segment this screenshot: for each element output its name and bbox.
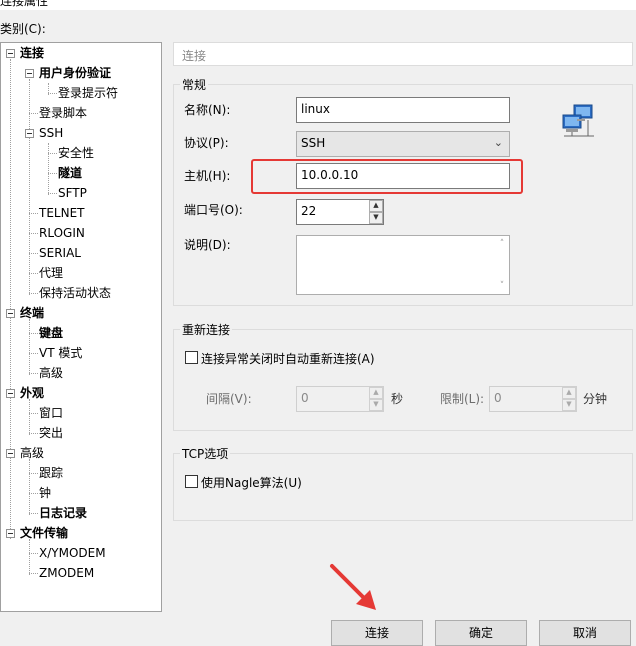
tree-item-terminal[interactable]: 终端: [20, 303, 44, 323]
reconnect-group-title: 重新连接: [180, 321, 233, 338]
spin-up-icon[interactable]: ▲: [369, 387, 383, 399]
scroll-down-icon[interactable]: ˅: [496, 281, 508, 291]
collapse-icon[interactable]: [25, 129, 34, 138]
name-input[interactable]: linux: [296, 97, 510, 123]
tree-item-highlight[interactable]: 突出: [39, 423, 63, 443]
tree-item-rlogin[interactable]: RLOGIN: [39, 223, 85, 243]
tree-item-telnet[interactable]: TELNET: [39, 203, 85, 223]
description-label: 说明(D):: [184, 238, 231, 252]
port-value: 22: [301, 204, 317, 218]
section-header: 连接: [173, 42, 633, 66]
collapse-icon[interactable]: [6, 309, 15, 318]
connect-button[interactable]: 连接: [331, 620, 423, 646]
limit-spinner[interactable]: 0 ▲ ▼: [489, 386, 577, 412]
tree-item-security[interactable]: 安全性: [58, 143, 94, 163]
limit-unit: 分钟: [583, 392, 608, 406]
tcp-group-title: TCP选项: [180, 445, 231, 462]
network-computers-icon: [562, 104, 594, 137]
spin-down-icon[interactable]: ▼: [369, 212, 383, 224]
tree-item-user-auth[interactable]: 用户身份验证: [39, 63, 111, 83]
limit-value: 0: [494, 391, 502, 405]
auto-reconnect-checkbox[interactable]: [185, 351, 198, 364]
spin-down-icon[interactable]: ▼: [369, 399, 383, 411]
tree-item-trace[interactable]: 跟踪: [39, 463, 63, 483]
collapse-icon[interactable]: [6, 49, 15, 58]
tree-item-keepalive[interactable]: 保持活动状态: [39, 283, 111, 303]
collapse-icon[interactable]: [6, 389, 15, 398]
tree-item-serial[interactable]: SERIAL: [39, 243, 81, 263]
name-label: 名称(N):: [184, 103, 231, 117]
nagle-label: 使用Nagle算法(U): [201, 476, 302, 490]
protocol-select[interactable]: SSH ⌄: [296, 131, 510, 157]
scroll-up-icon[interactable]: ˄: [496, 239, 508, 249]
tree-item-vt-mode[interactable]: VT 模式: [39, 343, 82, 363]
section-header-title: 连接: [182, 49, 207, 63]
tree-item-advanced[interactable]: 高级: [20, 443, 44, 463]
interval-unit: 秒: [391, 392, 404, 406]
description-textarea[interactable]: ˄ ˅: [296, 235, 510, 295]
tree-item-sftp[interactable]: SFTP: [58, 183, 87, 203]
tree-item-appearance[interactable]: 外观: [20, 383, 44, 403]
spin-up-icon[interactable]: ▲: [369, 200, 383, 212]
tree-item-bell[interactable]: 钟: [39, 483, 51, 503]
interval-spinner[interactable]: 0 ▲ ▼: [296, 386, 384, 412]
tree-item-proxy[interactable]: 代理: [39, 263, 63, 283]
spin-up-icon[interactable]: ▲: [562, 387, 576, 399]
tree-item-login-prompt[interactable]: 登录提示符: [58, 83, 118, 103]
ok-button[interactable]: 确定: [435, 620, 527, 646]
spin-down-icon[interactable]: ▼: [562, 399, 576, 411]
window-title: 连接属性: [0, 0, 49, 8]
title-bar: 连接属性: [0, 0, 636, 10]
collapse-icon[interactable]: [6, 529, 15, 538]
collapse-icon[interactable]: [25, 69, 34, 78]
tree-item-keyboard[interactable]: 键盘: [39, 323, 63, 343]
tree-item-file-transfer[interactable]: 文件传输: [20, 523, 68, 543]
host-input[interactable]: 10.0.0.10: [296, 163, 510, 189]
tree-item-xymodem[interactable]: X/YMODEM: [39, 543, 106, 563]
cancel-button[interactable]: 取消: [539, 620, 631, 646]
tree-item-zmodem[interactable]: ZMODEM: [39, 563, 94, 583]
auto-reconnect-label: 连接异常关闭时自动重新连接(A): [201, 352, 375, 366]
host-label: 主机(H):: [184, 169, 231, 183]
tree-item-connection[interactable]: 连接: [20, 43, 44, 63]
collapse-icon[interactable]: [6, 449, 15, 458]
chevron-down-icon: ⌄: [493, 136, 503, 149]
nagle-checkbox[interactable]: [185, 475, 198, 488]
scrollbar[interactable]: ˄ ˅: [496, 239, 508, 291]
tree-item-tunnel[interactable]: 隧道: [58, 163, 82, 183]
annotation-arrow-icon: [330, 564, 376, 610]
tree-item-window[interactable]: 窗口: [39, 403, 63, 423]
tree-item-login-script[interactable]: 登录脚本: [39, 103, 87, 123]
category-tree[interactable]: 连接 用户身份验证 登录提示符 登录脚本 SSH 安全性 隧道 SFTP TEL…: [0, 42, 162, 612]
protocol-label: 协议(P):: [184, 136, 229, 150]
category-label: 类别(C):: [0, 22, 46, 36]
tree-item-logging[interactable]: 日志记录: [39, 503, 87, 523]
tree-item-terminal-advanced[interactable]: 高级: [39, 363, 63, 383]
port-spinner[interactable]: 22 ▲ ▼: [296, 199, 384, 225]
interval-label: 间隔(V):: [206, 392, 252, 406]
general-group-title: 常规: [180, 76, 209, 93]
reconnect-group: [173, 329, 633, 431]
protocol-select-value: SSH: [301, 136, 326, 150]
limit-label: 限制(L):: [440, 392, 485, 406]
tree-item-ssh[interactable]: SSH: [39, 123, 63, 143]
interval-value: 0: [301, 391, 309, 405]
port-label: 端口号(O):: [184, 203, 243, 217]
